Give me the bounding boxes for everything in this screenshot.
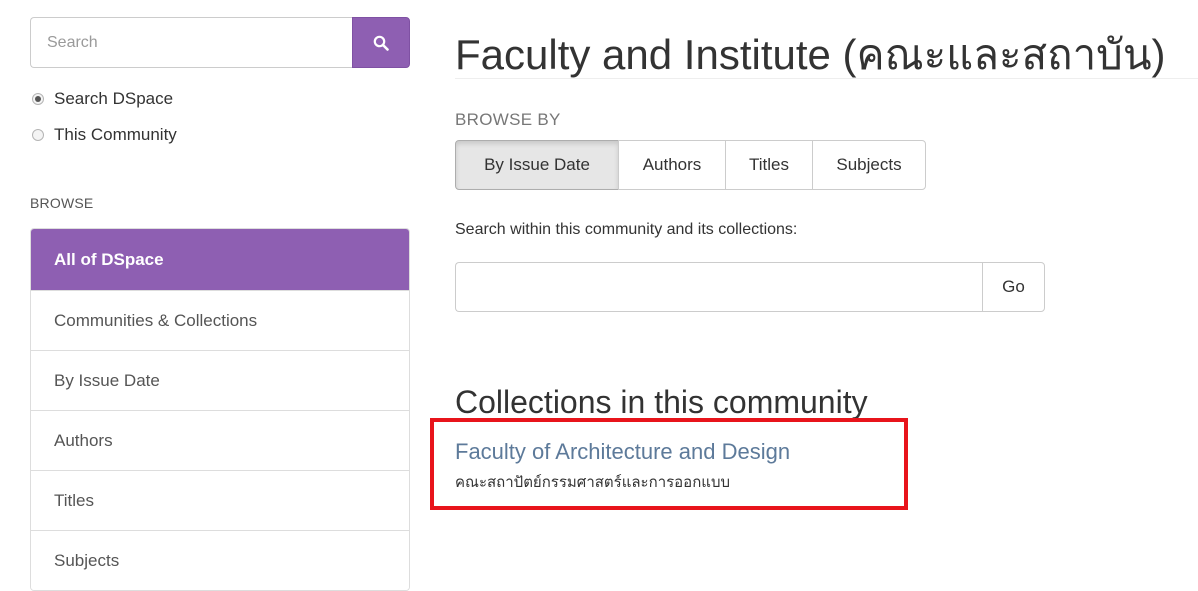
highlight-annotation-box	[430, 418, 908, 510]
browse-item-communities-collections[interactable]: Communities & Collections	[31, 290, 409, 350]
search-input[interactable]	[30, 17, 352, 68]
browse-item-subjects[interactable]: Subjects	[31, 530, 409, 590]
browse-heading: BROWSE	[30, 195, 94, 211]
collections-heading: Collections in this community	[455, 384, 868, 420]
browse-item-titles[interactable]: Titles	[31, 470, 409, 530]
browse-by-titles-button[interactable]: Titles	[725, 140, 813, 190]
browse-by-authors-button[interactable]: Authors	[618, 140, 726, 190]
browse-by-subjects-button[interactable]: Subjects	[812, 140, 926, 190]
radio-button-selected[interactable]	[32, 93, 44, 105]
browse-item-by-issue-date[interactable]: By Issue Date	[31, 350, 409, 410]
search-within-group: Go	[455, 262, 1045, 312]
browse-by-label: BROWSE BY	[455, 110, 561, 129]
search-scope: Search DSpace This Community	[30, 88, 410, 146]
search-within-input[interactable]	[455, 262, 982, 312]
browse-by-button-group: By Issue Date Authors Titles Subjects	[455, 140, 926, 190]
browse-item-all-of-dspace[interactable]: All of DSpace	[31, 229, 409, 290]
radio-button[interactable]	[32, 129, 44, 141]
browse-item-authors[interactable]: Authors	[31, 410, 409, 470]
browse-by-issue-date-button[interactable]: By Issue Date	[455, 140, 619, 190]
scope-option-label: Search DSpace	[54, 89, 174, 108]
go-button[interactable]: Go	[982, 262, 1045, 312]
scope-option-this-community[interactable]: This Community	[30, 124, 410, 146]
browse-list: All of DSpace Communities & Collections …	[30, 228, 410, 591]
scope-option-search-dspace[interactable]: Search DSpace	[30, 88, 410, 110]
search-button[interactable]	[352, 17, 410, 68]
search-within-label: Search within this community and its col…	[455, 221, 798, 238]
search-group	[30, 17, 410, 68]
scope-option-label: This Community	[54, 125, 177, 144]
title-divider	[455, 78, 1198, 79]
search-icon	[373, 35, 389, 51]
sidebar: Search DSpace This Community BROWSE All …	[30, 17, 410, 591]
